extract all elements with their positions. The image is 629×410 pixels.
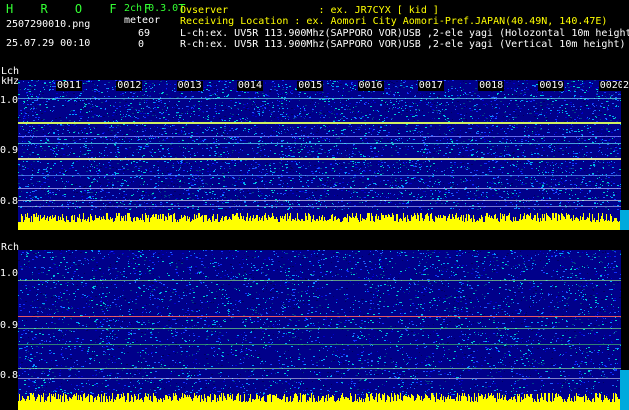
meteor-count-lch: 69: [138, 28, 150, 39]
lch-carrier-line-6: [18, 188, 621, 189]
lch-freq-label-0-9: 0.9: [0, 145, 18, 156]
observer-line: Ovserver : ex. JR7CYX [ kid ]: [180, 5, 439, 16]
rch-carrier-line-0: [18, 280, 621, 281]
meteor-count-rch: 0: [138, 39, 144, 50]
filename-label: 2507290010.png: [6, 19, 90, 30]
time-label-3: 0014: [236, 81, 263, 91]
lch-waterfall: [18, 80, 621, 230]
lch-carrier-line-8: [18, 206, 621, 207]
time-label-5: 0016: [357, 81, 384, 91]
rch-carrier-line-2: [18, 328, 621, 329]
time-label-1: 0012: [116, 81, 143, 91]
lch-carrier-line-3: [18, 143, 621, 144]
time-label-4: 0015: [297, 81, 324, 91]
lch-carrier-line-2: [18, 136, 621, 137]
lch-carrier-line-0: [18, 98, 621, 99]
lch-freq-label-1-0: 1.0: [0, 95, 18, 106]
lch-carrier-line-4: [18, 158, 621, 160]
lch-carrier-line-5: [18, 175, 621, 176]
rch-freq-label-1-0: 1.0: [0, 268, 18, 279]
rch-spectrogram: [18, 250, 621, 410]
time-label-9: 0020: [598, 81, 625, 91]
lch-spectrogram: [18, 80, 621, 230]
datetime-label: 25.07.29 00:10: [6, 38, 90, 49]
lch-description: L-ch:ex. UV5R 113.900Mhz(SAPPORO VOR)USB…: [180, 28, 629, 39]
rch-description: R-ch:ex. UV5R 113.900Mhz(SAPPORO VOR)USB…: [180, 39, 626, 50]
rch-carrier-line-1: [18, 316, 621, 317]
time-label-8: 0019: [538, 81, 565, 91]
time-label-2: 0013: [176, 81, 203, 91]
lch-freq-label-0-8: 0.8: [0, 196, 18, 207]
rch-carrier-line-5: [18, 378, 621, 379]
rch-channel-label: Rch: [1, 242, 19, 253]
location-line: Receiving Location : ex. Aomori City Aom…: [180, 16, 607, 27]
rch-freq-label-0-9: 0.9: [0, 320, 18, 331]
time-label-10: 2: [622, 81, 629, 91]
time-label-6: 0017: [417, 81, 444, 91]
time-label-7: 0018: [478, 81, 505, 91]
rch-freq-label-0-8: 0.8: [0, 370, 18, 381]
lch-carrier-line-1: [18, 122, 621, 124]
rch-carrier-line-3: [18, 344, 621, 345]
time-label-0: 0011: [56, 81, 83, 91]
meteor-label: meteor: [124, 15, 160, 26]
level-bar-lch: [620, 210, 629, 230]
level-bar-rch: [620, 370, 629, 410]
rch-carrier-line-4: [18, 368, 621, 369]
lch-carrier-line-7: [18, 200, 621, 201]
mode-label: 2ch 0.3.0: [124, 3, 178, 14]
lch-unit-label: kHz: [1, 76, 19, 87]
rch-waterfall: [18, 250, 621, 410]
